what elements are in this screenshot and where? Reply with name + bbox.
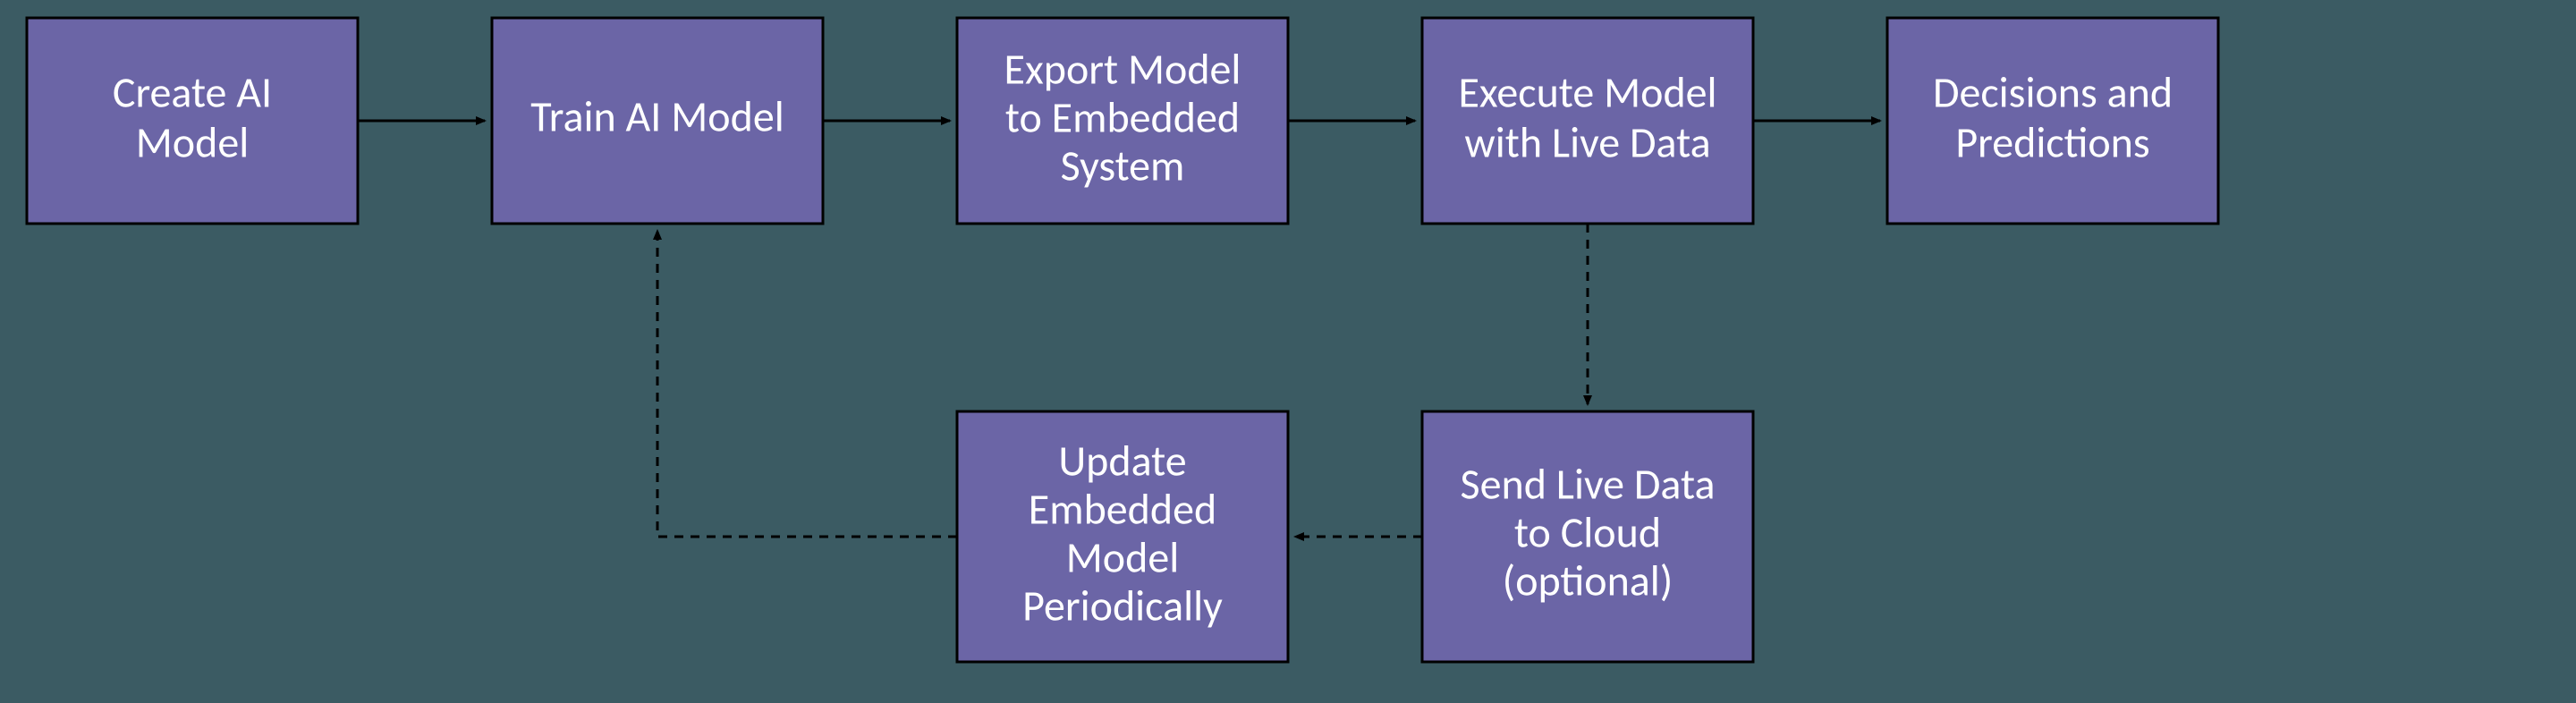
box-train-ai-model: Train AI Model [492,18,823,224]
box-execute-line1: Execute Model [1458,65,1716,118]
box-export-line1: Export Model [1004,42,1241,95]
box-send-line3: (optional) [1503,554,1674,606]
box-create-ai-model: Create AI Model [27,18,358,224]
arrow-update-to-train [657,231,957,537]
box-send-line1: Send Live Data [1461,457,1716,510]
box-update-embedded-model: Update Embedded Model Periodically [957,411,1288,662]
box-update-line3: Model [1066,530,1179,583]
box-decisions-predictions: Decisions and Predictions [1887,18,2218,224]
box-create-line2: Model [136,115,249,168]
box-train-line1: Train AI Model [530,89,784,142]
box-decisions-line2: Predictions [1955,115,2149,168]
box-send-line2: to Cloud [1514,505,1661,558]
box-execute-model: Execute Model with Live Data [1422,18,1753,224]
box-send-live-data: Send Live Data to Cloud (optional) [1422,411,1753,662]
box-execute-line2: with Live Data [1464,115,1710,168]
box-export-model: Export Model to Embedded System [957,18,1288,224]
box-update-line1: Update [1058,434,1186,487]
box-decisions-line1: Decisions and [1933,65,2173,118]
box-update-line4: Periodically [1022,579,1223,631]
box-create-line1: Create AI [113,65,272,118]
flow-diagram: Create AI Model Train AI Model Export Mo… [0,0,2576,703]
box-export-line2: to Embedded [1005,90,1240,143]
box-update-line2: Embedded [1029,482,1216,535]
box-export-line3: System [1061,139,1185,191]
